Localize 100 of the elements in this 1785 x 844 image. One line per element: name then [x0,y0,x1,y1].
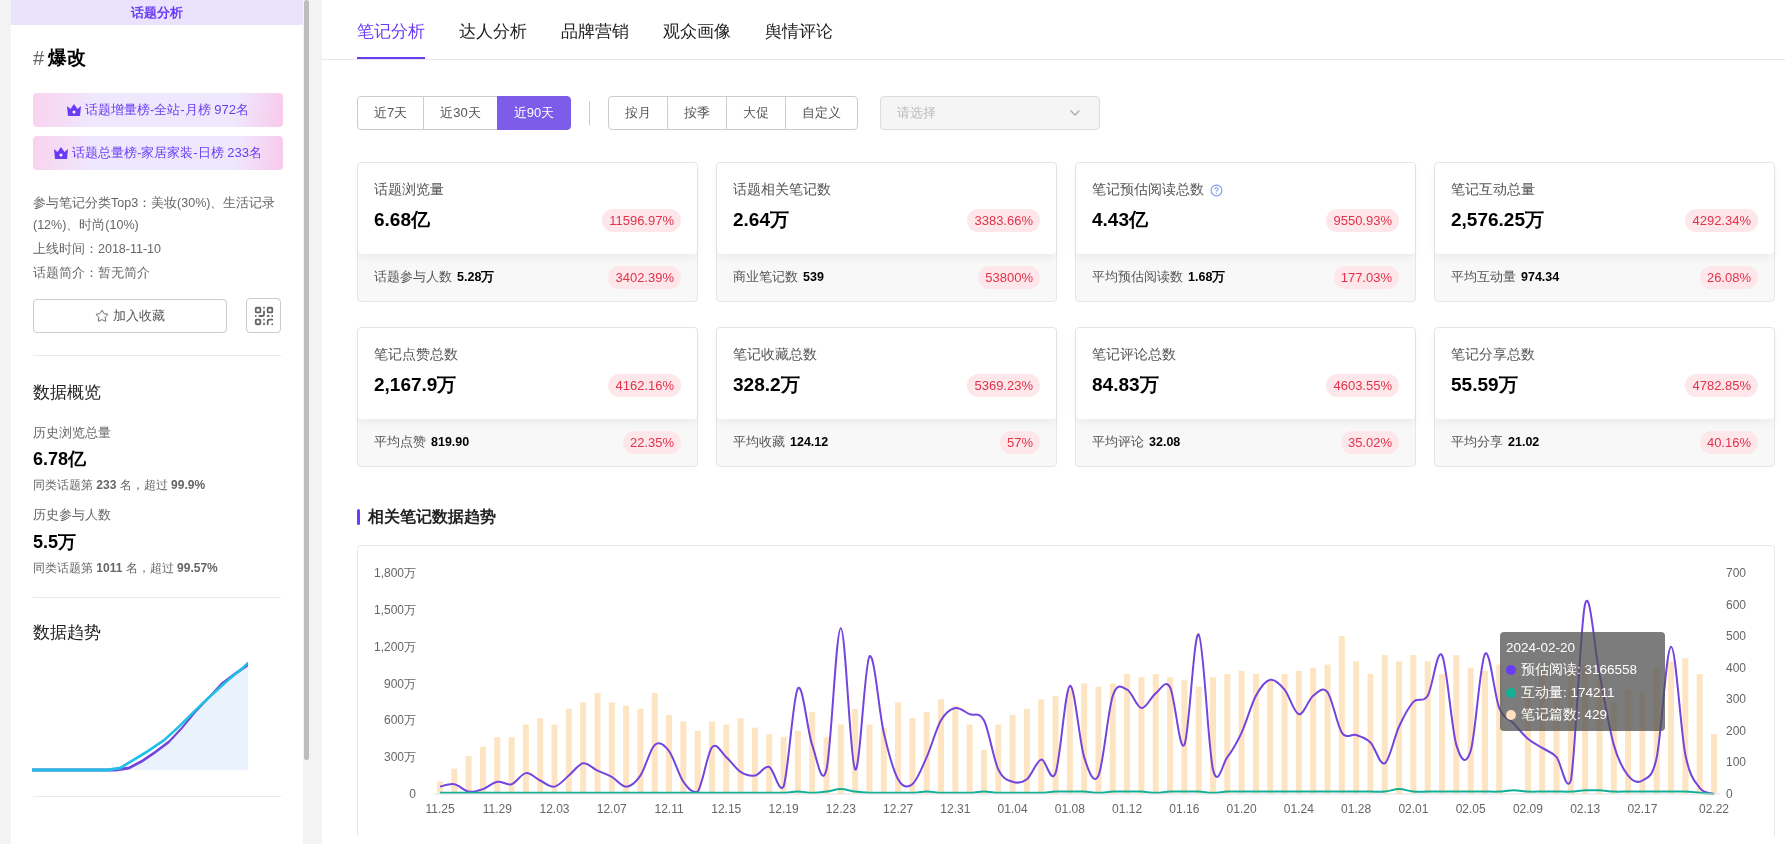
sub-metric-value: 974.34 [1521,269,1560,287]
axis-label: 01.04 [997,802,1028,816]
axis-label: 700 [1726,566,1747,580]
section-title: 数据概览 [33,382,102,404]
axis-label: 0 [1726,787,1733,801]
change-rate: 53800% [978,265,1040,290]
axis-label: 02.17 [1627,802,1658,816]
sub-metric-label: 平均分享 [1451,434,1503,452]
topic-info: 上线时间：2018-11-10 [33,241,162,258]
change-rate: 22.35% [622,430,681,455]
axis-label: 02.05 [1455,802,1486,816]
stat-label: 历史参与人数 [33,507,112,525]
axis-label: 0 [409,787,416,801]
axis-label: 600万 [383,713,416,728]
change-rate: 40.16% [1699,430,1758,455]
axis-label: 02.22 [1699,802,1729,816]
change-rate: 4603.55% [1326,373,1399,398]
metric-value: 2.64万 [733,208,789,233]
metric-title: 话题浏览量 [374,181,444,199]
axis-label: 01.24 [1283,802,1314,816]
sub-metric-value: 124.12 [790,434,829,452]
change-rate: 57% [999,430,1040,455]
change-rate: 177.03% [1333,265,1399,290]
section-title: 数据趋势 [33,622,102,644]
axis-label: 12.11 [654,802,684,816]
metric-title: 笔记评论总数 [1092,346,1176,364]
chart-title: 相关笔记数据趋势 [368,507,496,527]
metric-title: 笔记预估阅读总数 [1092,181,1204,199]
axis-label: 1,500万 [373,602,416,617]
axis-label: 300万 [383,750,416,765]
tooltip-value: : 3166558 [1577,661,1638,680]
rank-text: 同类话题第 1011 名，超过 99.57% [33,560,219,577]
series-name: 预估阅读 [1521,661,1577,680]
sub-metric-value: 1.68万 [1188,269,1226,287]
axis-label: 12.27 [883,802,914,816]
hash-mark: # [33,46,45,71]
change-rate: 4782.85% [1685,373,1758,398]
axis-label: 01.12 [1112,802,1143,816]
metric-value: 328.2万 [733,373,800,398]
metric-value: 2,167.9万 [374,373,457,398]
sub-metric-value: 32.08 [1149,434,1181,452]
ranking-text: 话题增量榜-全站-月榜 972名 [85,101,249,120]
axis-label: 1,800万 [373,566,416,580]
axis-label: 300 [1726,692,1747,707]
change-rate: 9550.93% [1326,208,1399,233]
series-name: 互动量 [1521,683,1563,702]
tooltip-title: 2024-02-20 [1506,639,1577,657]
stat-value: 5.5万 [33,531,78,554]
sidebar-header: 话题分析 [11,0,303,25]
change-rate: 11596.97% [602,208,681,233]
axis-label: 12.03 [539,802,570,816]
change-rate: 3383.66% [967,208,1040,233]
sub-metric-label: 平均点赞 [374,434,426,452]
axis-label: 12.23 [825,802,856,816]
rank-text: 同类话题第 233 名，超过 99.9% [33,477,207,495]
metric-value: 84.83万 [1092,373,1159,398]
topic-info: 参与笔记分类Top3：美妆(30%)、生活记录(12%)、时尚(10%) [33,195,277,234]
sub-metric-value: 539 [803,269,824,287]
metric-title: 笔记点赞总数 [374,346,458,364]
sub-metric-label: 平均评论 [1092,434,1144,452]
axis-label: 500 [1726,629,1747,644]
axis-label: 400 [1726,660,1747,675]
change-rate: 4292.34% [1685,208,1758,233]
axis-label: 02.13 [1570,802,1601,816]
axis-label: 11.29 [482,802,512,816]
change-rate: 35.02% [1340,430,1399,455]
axis-label: 01.16 [1169,802,1200,816]
stat-label: 历史浏览总量 [33,424,112,442]
sub-metric-value: 21.02 [1508,434,1540,452]
axis-label: 100 [1726,755,1747,770]
sub-metric-value: 819.90 [431,434,470,452]
sub-metric-label: 平均预估阅读数 [1092,269,1183,287]
tooltip-value: : 429 [1577,705,1608,724]
axis-label: 01.28 [1341,802,1372,816]
axis-label: 200 [1726,723,1747,738]
axis-label: 01.20 [1226,802,1257,816]
axis-label: 02.01 [1398,802,1429,816]
axis-label: 12.07 [596,802,627,816]
topic-title: 爆改 [48,45,87,70]
sub-metric-label: 平均收藏 [733,434,785,452]
axis-label: 600 [1726,597,1747,612]
metric-title: 笔记分享总数 [1451,346,1535,364]
sub-metric-label: 商业笔记数 [733,269,798,287]
metric-value: 2,576.25万 [1451,208,1544,233]
sub-metric-value: 5.28万 [457,269,495,287]
change-rate: 26.08% [1699,265,1758,290]
axis-label: 11.25 [425,802,455,816]
sub-metric-label: 话题参与人数 [374,269,452,287]
metric-value: 6.68亿 [374,208,430,233]
axis-label: 900万 [383,676,416,691]
axis-label: 12.19 [768,802,799,816]
metric-title: 话题相关笔记数 [733,181,831,199]
metric-value: 4.43亿 [1092,208,1148,233]
axis-label: 12.31 [940,802,971,816]
change-rate: 4162.16% [608,373,681,398]
tooltip-value: : 174211 [1563,683,1615,702]
sub-metric-label: 平均互动量 [1451,269,1516,287]
stat-value: 6.78亿 [33,448,88,472]
series-name: 笔记篇数 [1521,705,1577,724]
ranking-text: 话题总量榜-家居家装-日榜 233名 [72,144,262,163]
